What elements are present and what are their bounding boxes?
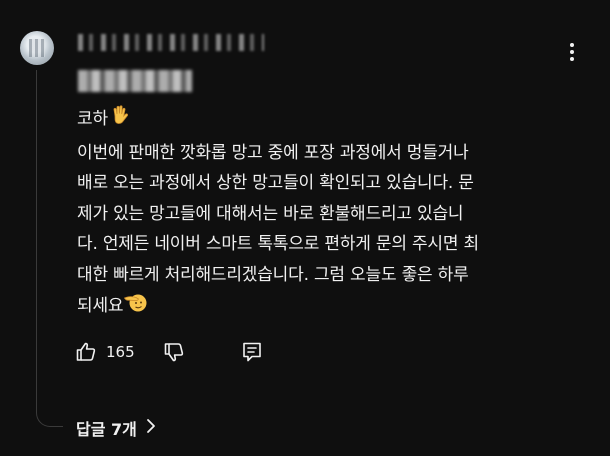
comment-line-1: 코하	[77, 109, 108, 129]
comment-text: 코하 이번에 판매한 깟화롭 망고 중에 포장 과정에서 멍들거나 배로 오는 …	[77, 103, 587, 325]
thread-line	[36, 70, 37, 400]
saluting-face-icon	[123, 290, 149, 325]
comment-line-7: 되세요	[77, 296, 124, 316]
user-avatar[interactable]	[20, 31, 54, 65]
thumbs-up-icon	[74, 342, 98, 368]
like-button[interactable]	[74, 340, 98, 368]
comment-line-3: 배로 오는 과정에서 상한 망고들이 확인되고 있습니다. 문	[77, 173, 474, 193]
more-options-icon[interactable]	[566, 40, 578, 64]
comment-line-5: 다. 언제든 네이버 스마트 톡톡으로 편하게 문의 주시면 최	[77, 234, 479, 254]
thread-curve	[36, 390, 63, 427]
thumbs-down-icon	[162, 343, 186, 368]
dislike-button[interactable]	[162, 340, 186, 368]
comment-line-2: 이번에 판매한 깟화롭 망고 중에 포장 과정에서 멍들거나	[77, 142, 469, 163]
like-count: 165	[106, 343, 135, 361]
reply-comment-icon	[240, 342, 264, 368]
comment-line-6: 대한 빠르게 처리해드리겠습니다. 그럼 오늘도 좋은 하루	[77, 264, 469, 285]
comment-thread: 코하 이번에 판매한 깟화롭 망고 중에 포장 과정에서 멍들거나 배로 오는 …	[0, 0, 610, 456]
replies-label: 답글 7개	[76, 420, 137, 439]
waving-hand-icon	[108, 103, 132, 138]
comment-meta-blurred	[78, 70, 192, 92]
chevron-right-icon	[145, 417, 157, 439]
comment-line-4: 제가 있는 망고들에 대해서는 바로 환불해드리고 있습니	[77, 203, 464, 224]
reply-button[interactable]	[240, 340, 264, 368]
author-name-blurred[interactable]	[78, 34, 264, 51]
view-replies-button[interactable]: 답글 7개	[76, 414, 157, 442]
